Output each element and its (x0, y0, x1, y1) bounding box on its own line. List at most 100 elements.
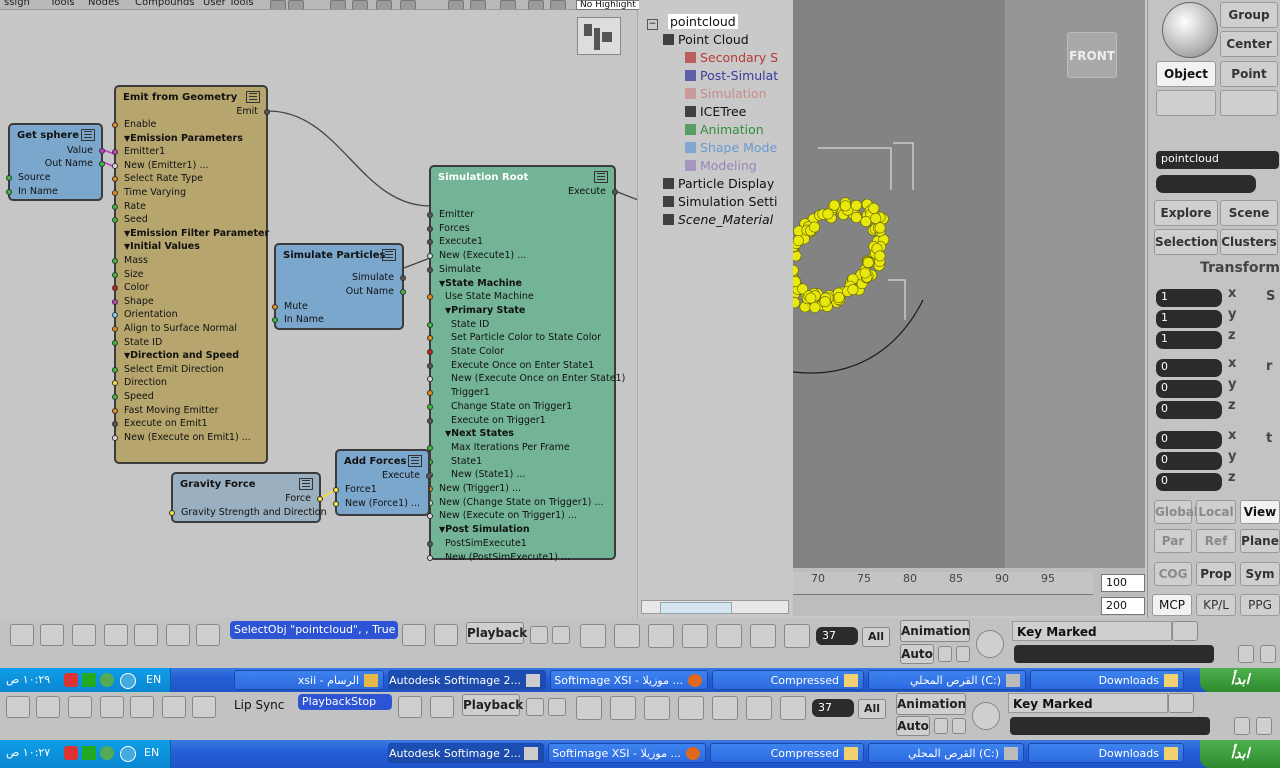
arrow-left-icon[interactable] (448, 0, 464, 9)
animation-button[interactable]: Animation (896, 693, 966, 715)
port-dot[interactable] (112, 394, 118, 400)
input-port[interactable]: New (State1) ... (427, 469, 525, 481)
explorer-scrollbar[interactable] (641, 600, 789, 614)
input-port[interactable]: State ID (427, 319, 489, 331)
taskbar-item[interactable]: القرص المحلي (C:) (868, 743, 1024, 763)
value-field[interactable] (1156, 175, 1256, 193)
selection-button[interactable]: Selection (1154, 229, 1218, 255)
refresh-icon[interactable] (550, 0, 566, 9)
key-icon[interactable] (972, 702, 1000, 730)
input-port[interactable]: Execute Once on Enter State1 (427, 360, 594, 372)
input-port[interactable]: New (PostSimExecute1) ... (427, 552, 570, 564)
keyframe-icon[interactable] (1168, 693, 1194, 713)
port-dot[interactable] (427, 212, 433, 218)
input-port-in-name[interactable]: In Name (6, 186, 58, 198)
tree-item[interactable]: Secondary S (685, 50, 778, 66)
port-dot[interactable] (112, 366, 118, 373)
audio-icon[interactable] (780, 696, 806, 720)
port-dot[interactable] (427, 540, 433, 547)
frame-start-field[interactable]: 100 (1101, 574, 1145, 592)
input-port[interactable]: Rate (112, 201, 146, 213)
input-port[interactable]: State ID (112, 337, 162, 349)
output-port-emit[interactable]: Emit (236, 106, 270, 118)
input-port[interactable]: Mass (112, 255, 148, 267)
input-port[interactable]: Time Varying (112, 187, 186, 199)
port-dot[interactable] (400, 275, 406, 281)
port-section-header[interactable]: ▼Next States (437, 428, 514, 440)
input-port-gravity-strength[interactable]: Gravity Strength and Direction (169, 507, 327, 519)
port-dot[interactable] (427, 390, 433, 397)
play-back-icon[interactable] (610, 696, 636, 720)
input-port[interactable]: Forces (427, 223, 470, 235)
ice-tree-graph[interactable]: Get sphere Value Out Name Source In Name… (0, 10, 638, 620)
help-icon[interactable] (500, 0, 516, 9)
tray-icon[interactable] (82, 673, 96, 687)
layout-icon[interactable] (40, 624, 64, 646)
port-dot[interactable] (112, 203, 118, 210)
all-button[interactable]: All (862, 627, 890, 647)
transform-header[interactable]: Transform (1154, 260, 1280, 282)
node-menu-icon[interactable] (81, 129, 95, 141)
output-port-value[interactable]: Value (67, 145, 105, 157)
group-button[interactable]: Group (1220, 2, 1278, 28)
port-dot[interactable] (112, 149, 118, 156)
rotate-y-field[interactable]: 0 (1156, 380, 1222, 398)
layout-icon[interactable] (162, 696, 186, 718)
rotate-z-field[interactable]: 0 (1156, 401, 1222, 419)
tree-item[interactable]: Point Cloud (663, 32, 749, 48)
port-dot[interactable] (112, 326, 118, 332)
input-port-in-name[interactable]: In Name (272, 314, 324, 326)
next-key-icon[interactable] (956, 646, 970, 662)
port-dot[interactable] (272, 317, 278, 323)
tray-icon[interactable] (100, 746, 114, 760)
animation-button[interactable]: Animation (900, 620, 970, 642)
port-dot[interactable] (6, 175, 12, 181)
port-dot[interactable] (169, 510, 175, 516)
port-dot[interactable] (427, 225, 433, 232)
port-dot[interactable] (112, 434, 118, 441)
port-section-header[interactable]: ▼Emission Parameters (116, 133, 243, 145)
menu-item[interactable]: User Tools (203, 0, 254, 8)
scrollbar-thumb[interactable] (660, 602, 732, 614)
node-emit-from-geometry[interactable]: Emit from Geometry Emit Enable ▼Emission … (112, 85, 270, 464)
input-port-force1[interactable]: Force1 (333, 484, 377, 496)
c-icon[interactable] (1238, 645, 1254, 663)
port-dot[interactable] (112, 122, 118, 128)
port-section-header[interactable]: ▼Initial Values (116, 241, 200, 253)
input-port[interactable]: New (Execute on Trigger1) ... (427, 510, 577, 522)
port-dot[interactable] (272, 304, 278, 310)
kpl-tab[interactable]: KP/L (1196, 594, 1236, 616)
menu-item[interactable]: Nodes (88, 0, 119, 8)
input-port[interactable]: New (Execute1) ... (427, 250, 526, 262)
tray-icon[interactable] (64, 673, 78, 687)
tree-item[interactable]: Post-Simulat (685, 68, 778, 84)
port-dot[interactable] (427, 239, 433, 246)
input-port[interactable]: Simulate (427, 264, 481, 276)
port-dot[interactable] (427, 417, 433, 424)
port-dot[interactable] (427, 376, 433, 383)
input-port[interactable]: Align to Surface Normal (112, 323, 237, 335)
refresh-icon[interactable] (528, 0, 544, 9)
input-port[interactable]: Change State on Trigger1 (427, 401, 572, 413)
port-dot[interactable] (612, 189, 618, 195)
node-menu-icon[interactable] (299, 478, 313, 490)
tray-icon[interactable] (82, 746, 96, 760)
ppg-tab[interactable]: PPG (1240, 594, 1280, 616)
port-dot[interactable] (427, 294, 433, 301)
input-port[interactable]: Execute1 (427, 236, 483, 248)
briefcase-icon[interactable] (430, 696, 454, 718)
center-button[interactable]: Center (1220, 31, 1278, 57)
port-dot[interactable] (112, 380, 118, 387)
menu-item[interactable]: Compounds (135, 0, 195, 8)
scale-y-field[interactable]: 1 (1156, 310, 1222, 328)
port-dot[interactable] (427, 321, 433, 328)
input-port[interactable]: New (Change State on Trigger1) ... (427, 497, 603, 509)
object-name-field[interactable]: pointcloud (1156, 151, 1279, 169)
node-menu-icon[interactable] (408, 455, 422, 467)
tray-icon[interactable] (100, 673, 114, 687)
input-port[interactable]: State Color (427, 346, 504, 358)
key-marked-parameters[interactable]: Key Marked Parameters (1008, 693, 1168, 731)
grid-icon[interactable] (130, 696, 154, 718)
prev-key-icon[interactable] (938, 646, 952, 662)
command-line-field[interactable]: PlaybackStop (298, 694, 392, 710)
